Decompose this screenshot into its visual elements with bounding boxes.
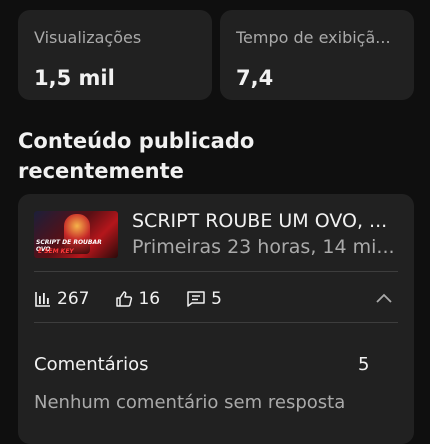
watch-time-stat-card[interactable]: Tempo de exibiçã... 7,4 bbox=[220, 10, 414, 100]
views-stat-value: 1,5 mil bbox=[34, 66, 115, 90]
comments-metric: 5 bbox=[186, 289, 222, 309]
comment-icon bbox=[187, 291, 205, 307]
views-stat-label: Visualizações bbox=[34, 28, 142, 47]
likes-metric: 16 bbox=[115, 289, 160, 309]
divider bbox=[34, 322, 398, 323]
watch-time-stat-value: 7,4 bbox=[236, 66, 274, 90]
video-thumbnail[interactable]: SCRIPT DE ROUBAR OVO E SEM KEY bbox=[34, 211, 118, 258]
divider bbox=[34, 271, 398, 272]
section-title: Conteúdo publicado recentemente bbox=[18, 129, 255, 183]
comments-empty-text: Nenhum comentário sem resposta bbox=[34, 392, 346, 413]
comments-count: 5 bbox=[358, 354, 370, 375]
comments-count-metric: 5 bbox=[211, 289, 222, 309]
likes-count: 16 bbox=[138, 289, 161, 309]
thumbnail-text-secondary: E SEM KEY bbox=[38, 248, 74, 255]
comments-label: Comentários bbox=[34, 354, 149, 375]
recent-content-card: SCRIPT DE ROUBAR OVO E SEM KEY SCRIPT RO… bbox=[18, 194, 414, 444]
views-stat-card[interactable]: Visualizações 1,5 mil bbox=[18, 10, 212, 100]
bar-chart-icon bbox=[35, 292, 50, 307]
video-title[interactable]: SCRIPT ROUBE UM OVO, ... bbox=[132, 210, 398, 232]
views-count: 267 bbox=[57, 289, 90, 309]
chevron-up-icon[interactable] bbox=[374, 290, 394, 306]
video-metrics: 267 16 5 bbox=[34, 287, 248, 311]
watch-time-stat-label: Tempo de exibiçã... bbox=[236, 28, 391, 47]
video-subtitle: Primeiras 23 horas, 14 mi... bbox=[132, 236, 395, 258]
views-metric: 267 bbox=[34, 289, 89, 309]
thumbs-up-icon bbox=[116, 291, 133, 307]
